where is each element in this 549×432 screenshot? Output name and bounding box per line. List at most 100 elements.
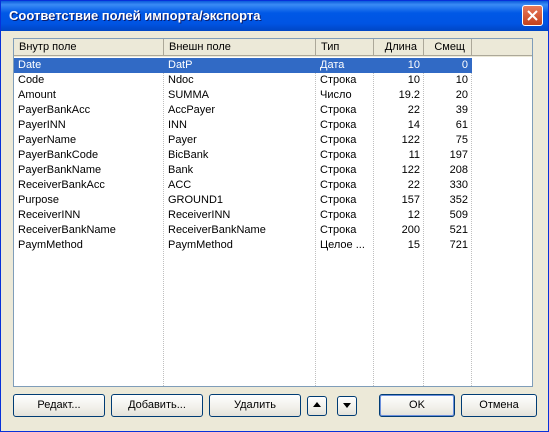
cell-external: PaymMethod xyxy=(168,239,233,251)
cell-external: Ndoc xyxy=(168,74,194,86)
cell-offset: 197 xyxy=(449,149,468,161)
table-row[interactable]: Purpose GROUND1 Строка 157 352 xyxy=(14,193,532,208)
fields-list[interactable]: Внутр поле Внешн поле Тип Длина Смещ Dat… xyxy=(13,38,533,387)
cell-offset: 20 xyxy=(455,89,468,101)
cell-external: Bank xyxy=(168,164,194,176)
cell-type: Строка xyxy=(320,224,357,236)
cell-type: Строка xyxy=(320,149,357,161)
cell-internal: PayerINN xyxy=(18,119,66,131)
cell-external: AccPayer xyxy=(168,104,216,116)
close-button[interactable] xyxy=(522,5,543,26)
cell-external: BicBank xyxy=(168,149,209,161)
cell-internal: PayerBankCode xyxy=(18,149,99,161)
cell-offset: 75 xyxy=(455,134,468,146)
cell-external: Payer xyxy=(168,134,197,146)
cell-external: INN xyxy=(168,119,187,131)
cell-internal: PayerBankName xyxy=(18,164,102,176)
arrow-down-icon xyxy=(343,403,351,408)
arrow-up-icon xyxy=(313,402,321,407)
cell-external: DatP xyxy=(168,59,193,71)
ok-button[interactable]: OK xyxy=(379,394,455,417)
table-row[interactable]: ReceiverINN ReceiverINN Строка 12 509 xyxy=(14,208,532,223)
cell-type: Строка xyxy=(320,104,357,116)
cell-length: 10 xyxy=(407,74,420,86)
cell-offset: 10 xyxy=(455,74,468,86)
edit-button[interactable]: Редакт... xyxy=(13,394,105,417)
move-down-button[interactable] xyxy=(337,396,357,416)
cell-length: 15 xyxy=(407,239,420,251)
window-title: Соответствие полей импорта/экспорта xyxy=(9,8,261,23)
cell-internal: Purpose xyxy=(18,194,59,206)
cell-type: Строка xyxy=(320,179,357,191)
cell-length: 157 xyxy=(401,194,420,206)
cell-internal: ReceiverBankName xyxy=(18,224,116,236)
table-row[interactable]: PayerBankName Bank Строка 122 208 xyxy=(14,163,532,178)
cell-type: Дата xyxy=(320,59,345,71)
cell-internal: PaymMethod xyxy=(18,239,83,251)
cell-internal: PayerName xyxy=(18,134,77,146)
cell-length: 12 xyxy=(407,209,420,221)
delete-button[interactable]: Удалить xyxy=(209,394,301,417)
cell-external: SUMMA xyxy=(168,89,209,101)
cell-internal: ReceiverINN xyxy=(18,209,81,221)
table-row[interactable]: PayerBankCode BicBank Строка 11 197 xyxy=(14,148,532,163)
table-row[interactable]: Amount SUMMA Число 19.2 20 xyxy=(14,88,532,103)
cell-length: 22 xyxy=(407,104,420,116)
cell-type: Строка xyxy=(320,119,357,131)
table-row[interactable]: ReceiverBankName ReceiverBankName Строка 20… xyxy=(14,223,532,238)
move-up-button[interactable] xyxy=(307,396,327,416)
cell-type: Строка xyxy=(320,209,357,221)
cell-internal: PayerBankAcc xyxy=(18,104,91,116)
column-header-type[interactable]: Тип xyxy=(316,39,374,56)
cell-type: Строка xyxy=(320,164,357,176)
cell-offset: 509 xyxy=(449,209,468,221)
cell-offset: 39 xyxy=(455,104,468,116)
cell-length: 22 xyxy=(407,179,420,191)
column-header-filler xyxy=(472,39,532,56)
cell-type: Число xyxy=(320,89,352,101)
cell-external: ReceiverINN xyxy=(168,209,231,221)
cell-length: 11 xyxy=(408,149,420,161)
cell-type: Строка xyxy=(320,74,357,86)
cell-length: 122 xyxy=(401,164,420,176)
cell-external: ACC xyxy=(168,179,192,191)
title-bar[interactable]: Соответствие полей импорта/экспорта xyxy=(1,1,548,31)
cell-external: GROUND1 xyxy=(168,194,224,206)
cell-offset: 721 xyxy=(449,239,468,251)
table-row[interactable]: ReceiverBankAcc ACC Строка 22 330 xyxy=(14,178,532,193)
cell-internal: ReceiverBankAcc xyxy=(18,179,105,191)
cell-external: ReceiverBankName xyxy=(168,224,266,236)
cell-offset: 352 xyxy=(449,194,468,206)
cell-offset: 0 xyxy=(461,59,468,71)
cell-length: 14 xyxy=(407,119,420,131)
cell-offset: 521 xyxy=(449,224,468,236)
column-header-external[interactable]: Внешн поле xyxy=(164,39,316,56)
cell-offset: 61 xyxy=(455,119,468,131)
close-icon xyxy=(527,10,538,21)
table-row[interactable]: Date DatP Дата 10 0 xyxy=(14,58,472,73)
cell-internal: Amount xyxy=(18,89,56,101)
list-header: Внутр поле Внешн поле Тип Длина Смещ xyxy=(14,39,532,57)
cell-type: Строка xyxy=(320,134,357,146)
cell-length: 122 xyxy=(401,134,420,146)
cell-internal: Code xyxy=(18,74,45,86)
column-header-offset[interactable]: Смещ xyxy=(424,39,472,56)
add-button[interactable]: Добавить... xyxy=(111,394,203,417)
table-row[interactable]: Code Ndoc Строка 10 10 xyxy=(14,73,532,88)
column-header-internal[interactable]: Внутр поле xyxy=(14,39,164,56)
dialog-window: Соответствие полей импорта/экспорта Внут… xyxy=(0,0,549,432)
cell-internal: Date xyxy=(18,59,42,71)
cell-offset: 208 xyxy=(449,164,468,176)
table-row[interactable]: PayerBankAcc AccPayer Строка 22 39 xyxy=(14,103,532,118)
table-row[interactable]: PaymMethod PaymMethod Целое ... 15 721 xyxy=(14,238,532,253)
cell-length: 200 xyxy=(401,224,420,236)
cell-length: 19.2 xyxy=(398,89,420,101)
cell-length: 10 xyxy=(407,59,420,71)
cell-type: Строка xyxy=(320,194,357,206)
cell-offset: 330 xyxy=(449,179,468,191)
cell-type: Целое ... xyxy=(320,239,365,251)
column-header-length[interactable]: Длина xyxy=(374,39,424,56)
table-row[interactable]: PayerName Payer Строка 122 75 xyxy=(14,133,532,148)
cancel-button[interactable]: Отмена xyxy=(461,394,537,417)
table-row[interactable]: PayerINN INN Строка 14 61 xyxy=(14,118,532,133)
